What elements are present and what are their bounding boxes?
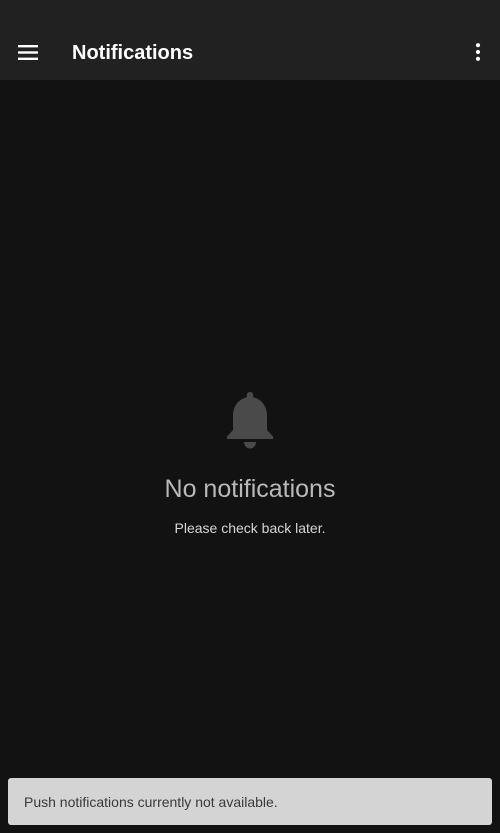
overflow-menu-button[interactable] xyxy=(466,38,490,66)
hamburger-menu-icon xyxy=(18,44,38,60)
bell-icon xyxy=(227,392,273,449)
empty-state-title: No notifications xyxy=(164,475,336,503)
more-vert-icon xyxy=(475,43,481,61)
snackbar-message: Push notifications currently not availab… xyxy=(24,793,278,810)
empty-state: No notifications Please check back later… xyxy=(0,390,500,537)
app-bar: Notifications xyxy=(0,0,500,80)
empty-state-subtitle: Please check back later. xyxy=(174,520,326,536)
app-screen: Notifications No notifications Please ch… xyxy=(0,0,500,833)
snackbar: Push notifications currently not availab… xyxy=(8,778,492,825)
menu-button[interactable] xyxy=(14,38,42,66)
page-title: Notifications xyxy=(72,42,194,64)
